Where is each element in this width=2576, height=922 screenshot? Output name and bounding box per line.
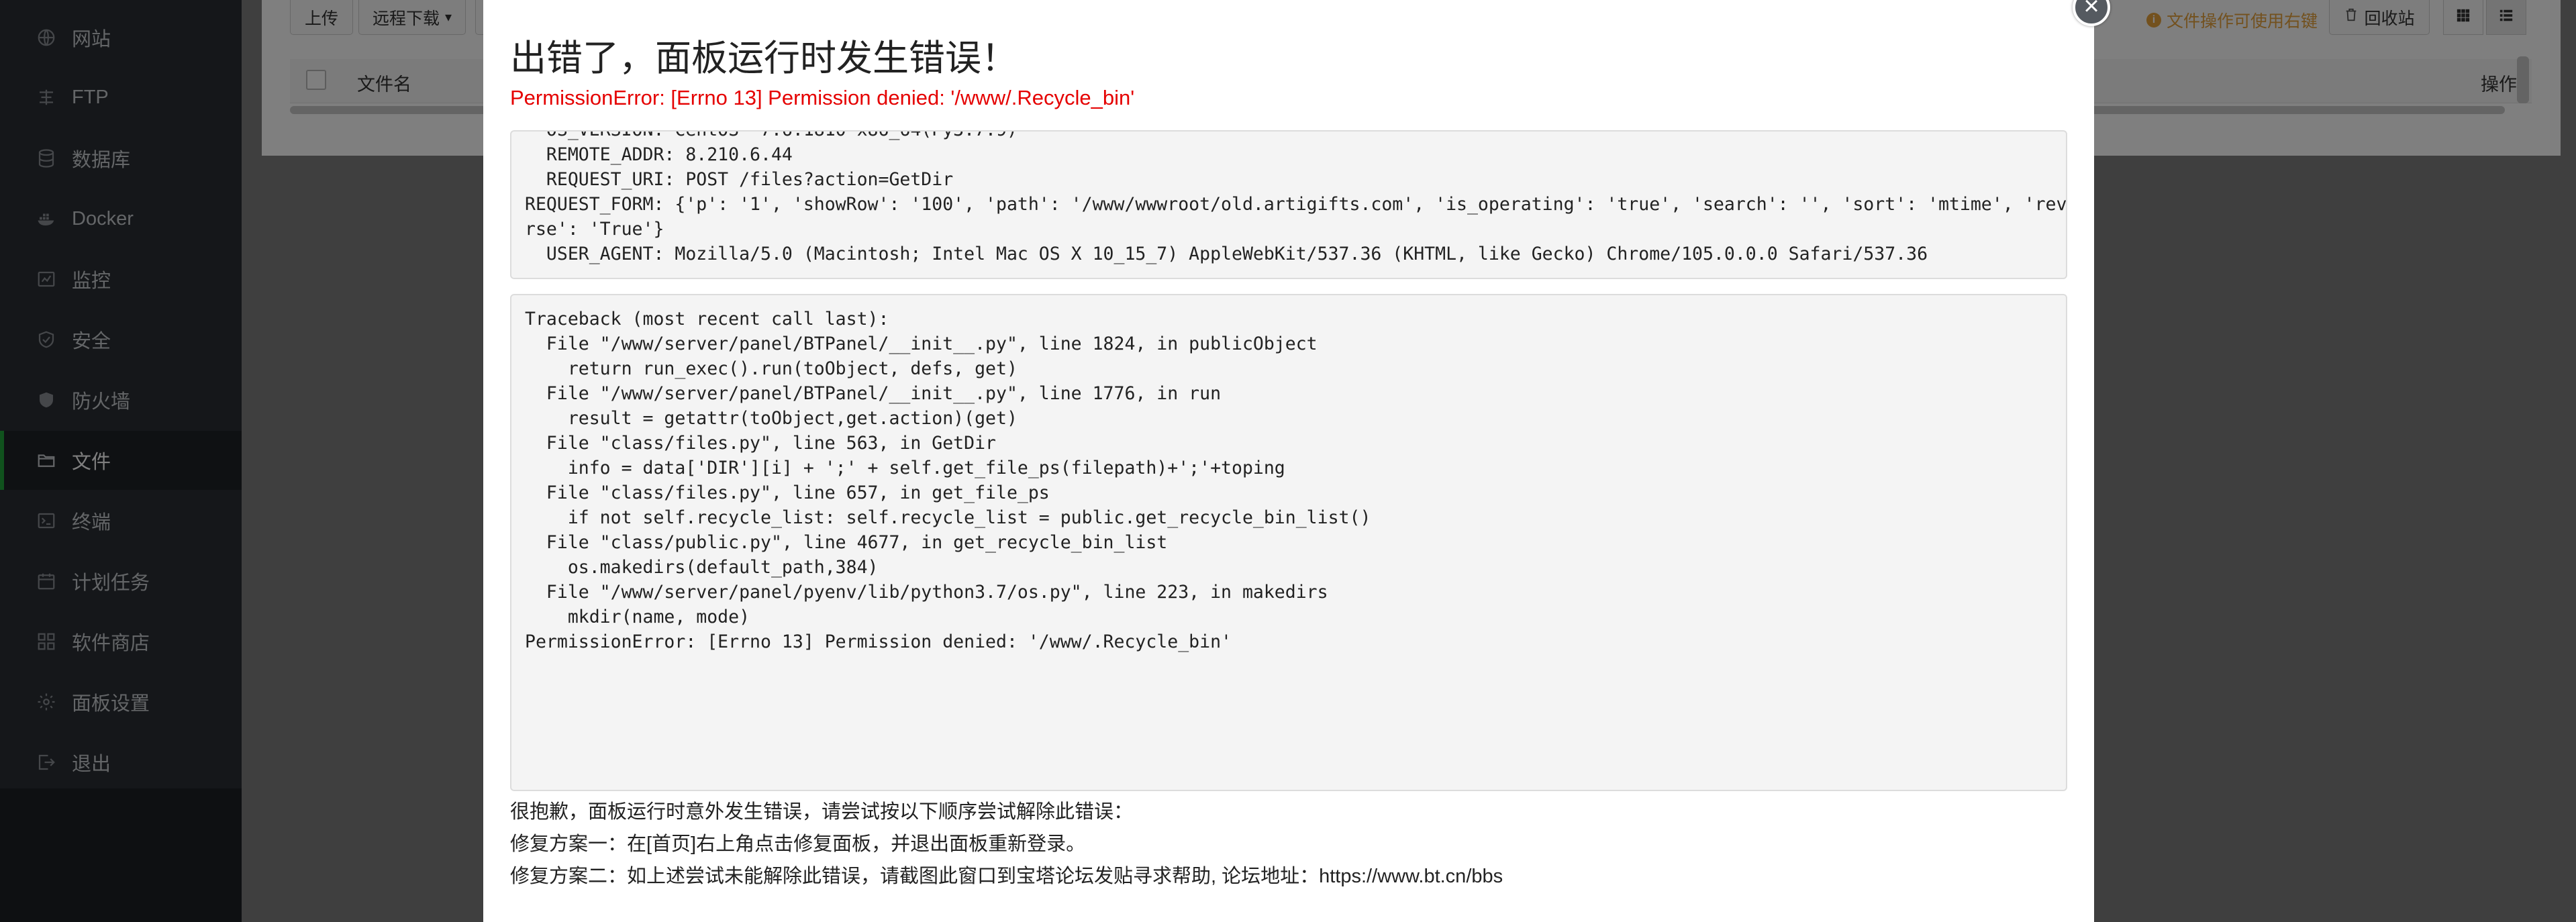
traceback-text: Traceback (most recent call last): File … [525, 309, 1371, 652]
request-info-text: OS_VERSION: CentOS 7.6.1810 x86_64(Py3.7… [525, 132, 2067, 264]
fix-option-two: 修复方案二：如上述尝试未能解除此错误，请截图此窗口到宝塔论坛发贴寻求帮助, 论坛… [510, 866, 1503, 887]
traceback-box[interactable]: Traceback (most recent call last): File … [510, 294, 2067, 791]
close-icon: × [2083, 0, 2099, 21]
error-dialog: 出错了，面板运行时发生错误！ PermissionError: [Errno 1… [483, 0, 2094, 922]
fix-option-one: 修复方案一：在[首页]右上角点击修复面板，并退出面板重新登录。 [510, 833, 1086, 855]
error-summary: PermissionError: [Errno 13] Permission d… [510, 86, 1135, 109]
help-intro: 很抱歉，面板运行时意外发生错误，请尝试按以下顺序尝试解除此错误： [510, 801, 1134, 823]
request-info-box[interactable]: OS_VERSION: CentOS 7.6.1810 x86_64(Py3.7… [510, 130, 2067, 279]
dialog-title: 出错了，面板运行时发生错误！ [510, 38, 1018, 79]
